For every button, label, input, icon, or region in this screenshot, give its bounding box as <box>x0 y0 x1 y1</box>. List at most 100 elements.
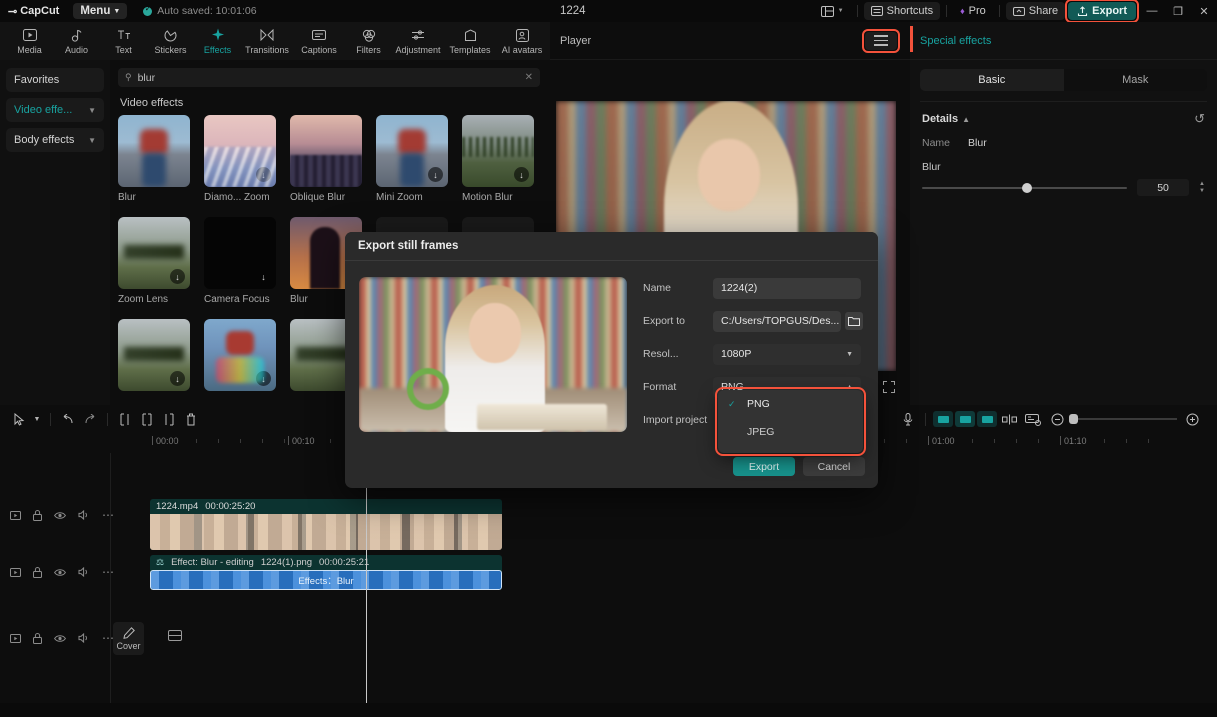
download-icon[interactable]: ↓ <box>256 371 271 386</box>
dialog-cancel-button[interactable]: Cancel <box>803 457 865 476</box>
volume-icon[interactable] <box>78 567 90 577</box>
format-option-png[interactable]: ✓ PNG <box>718 390 863 418</box>
tab-mask[interactable]: Mask <box>1064 69 1208 91</box>
blur-stepper[interactable]: ▲ ▼ <box>1199 181 1205 194</box>
tab-transitions[interactable]: Transitions <box>241 27 293 55</box>
format-option-jpeg[interactable]: JPEG <box>718 418 863 446</box>
effect-item[interactable]: ↓ Oblique Blur <box>290 115 362 203</box>
stepper-up-icon[interactable]: ▲ <box>1199 181 1205 187</box>
tab-ai-avatars[interactable]: AI avatars <box>496 27 548 55</box>
zoom-out-icon[interactable] <box>1046 408 1068 430</box>
slider-handle[interactable] <box>1022 182 1033 193</box>
share-button[interactable]: Share <box>1005 2 1066 20</box>
export-button[interactable]: Export <box>1068 2 1136 20</box>
shortcuts-button[interactable]: Shortcuts <box>863 2 941 20</box>
zoom-in-icon[interactable] <box>1181 408 1203 430</box>
download-icon[interactable]: ↓ <box>256 269 271 284</box>
microphone-icon[interactable] <box>897 408 919 430</box>
lock-icon[interactable] <box>33 509 42 521</box>
fit-screen-icon[interactable] <box>1020 408 1046 430</box>
cursor-dropdown-icon[interactable]: ▼ <box>30 408 44 430</box>
tab-captions[interactable]: Captions <box>293 27 345 55</box>
effect-item[interactable]: ↓ <box>204 319 276 391</box>
category-body-effects[interactable]: Body effects ▼ <box>6 128 104 152</box>
layout-switch-button[interactable]: ▼ <box>814 3 851 20</box>
zoom-slider-handle[interactable] <box>1069 414 1078 424</box>
reset-icon[interactable]: ↺ <box>1194 111 1205 127</box>
keyframe-prev-icon[interactable] <box>932 408 954 430</box>
effect-item[interactable]: ↓ <box>118 319 190 391</box>
download-icon[interactable]: ↓ <box>170 269 185 284</box>
search-box[interactable]: ⚲ blur ✕ <box>118 68 540 87</box>
tab-media[interactable]: Media <box>6 27 53 55</box>
tab-basic[interactable]: Basic <box>920 69 1064 91</box>
effect-item[interactable]: ↓ Camera Focus <box>204 217 276 305</box>
keyframe-add-icon[interactable] <box>954 408 976 430</box>
tab-adjustment[interactable]: Adjustment <box>392 27 444 55</box>
video-clip[interactable]: 1224.mp4 00:00:25:20 <box>150 499 502 550</box>
maximize-button[interactable]: ❐ <box>1165 0 1191 22</box>
lock-icon[interactable] <box>33 566 42 578</box>
download-icon[interactable]: ↓ <box>514 167 529 182</box>
resolution-select[interactable]: 1080P ▼ <box>713 343 861 365</box>
pro-button[interactable]: ♦ Pro <box>953 2 993 20</box>
split-right-icon[interactable] <box>158 408 180 430</box>
blur-slider[interactable] <box>922 182 1128 193</box>
volume-icon[interactable] <box>78 510 90 520</box>
details-section-header[interactable]: Details ▲ ↺ <box>910 102 1217 127</box>
clear-search-icon[interactable]: ✕ <box>525 72 533 83</box>
play-icon[interactable] <box>10 633 21 643</box>
blur-value-input[interactable]: 50 <box>1137 179 1190 196</box>
delete-icon[interactable] <box>180 408 202 430</box>
tab-audio[interactable]: Audio <box>53 27 100 55</box>
download-icon[interactable]: ↓ <box>170 371 185 386</box>
dialog-export-button[interactable]: Export <box>733 457 795 476</box>
category-favorites[interactable]: Favorites <box>6 68 104 92</box>
stepper-down-icon[interactable]: ▼ <box>1199 188 1205 194</box>
effect-item[interactable]: ↓ Zoom Lens <box>118 217 190 305</box>
more-icon[interactable]: ⋯ <box>102 508 114 522</box>
eye-icon[interactable] <box>54 634 66 643</box>
select-cursor-icon[interactable] <box>8 408 30 430</box>
split-left-icon[interactable] <box>114 408 136 430</box>
hamburger-menu-icon[interactable] <box>865 31 897 50</box>
download-icon[interactable]: ↓ <box>428 167 443 182</box>
more-icon[interactable]: ⋯ <box>102 565 114 579</box>
tab-text[interactable]: Text <box>100 27 147 55</box>
split-view-icon[interactable] <box>168 629 182 642</box>
menu-button[interactable]: Menu ▼ <box>73 3 128 19</box>
tab-templates[interactable]: Templates <box>444 27 496 55</box>
tab-stickers[interactable]: Stickers <box>147 27 194 55</box>
redo-icon[interactable] <box>79 408 101 430</box>
minimize-button[interactable]: — <box>1139 0 1165 22</box>
close-button[interactable]: ✕ <box>1191 0 1217 22</box>
mirror-icon[interactable] <box>998 408 1020 430</box>
folder-icon[interactable] <box>845 312 863 330</box>
effect-item[interactable]: Blur <box>118 115 190 203</box>
split-icon[interactable] <box>136 408 158 430</box>
download-icon[interactable]: ↓ <box>256 167 271 182</box>
play-icon[interactable] <box>10 567 21 577</box>
search-input[interactable]: blur <box>138 72 156 84</box>
tab-filters[interactable]: Filters <box>345 27 392 55</box>
category-video-effects[interactable]: Video effe... ▼ <box>6 98 104 122</box>
download-icon[interactable]: ↓ <box>342 167 357 182</box>
keyframe-next-icon[interactable] <box>976 408 998 430</box>
lock-icon[interactable] <box>33 632 42 644</box>
clip-name: 1224(1).png <box>260 557 313 568</box>
cover-button[interactable]: Cover <box>113 622 144 655</box>
effect-clip[interactable]: ⚖ Effect: Blur - editing 1224(1).png 00:… <box>150 555 502 590</box>
name-input[interactable]: 1224(2) <box>713 277 861 299</box>
effect-item[interactable]: ↓ Diamo... Zoom <box>204 115 276 203</box>
play-icon[interactable] <box>10 510 21 520</box>
export-path-input[interactable]: C:/Users/TOPGUS/Des... <box>713 310 841 332</box>
effect-item[interactable]: ↓ Mini Zoom <box>376 115 448 203</box>
expand-icon[interactable] <box>883 381 895 393</box>
effect-item[interactable]: ↓ Motion Blur <box>462 115 534 203</box>
volume-icon[interactable] <box>78 633 90 643</box>
eye-icon[interactable] <box>54 511 66 520</box>
undo-icon[interactable] <box>57 408 79 430</box>
eye-icon[interactable] <box>54 568 66 577</box>
tab-effects[interactable]: Effects <box>194 27 241 55</box>
zoom-slider[interactable] <box>1069 414 1177 424</box>
